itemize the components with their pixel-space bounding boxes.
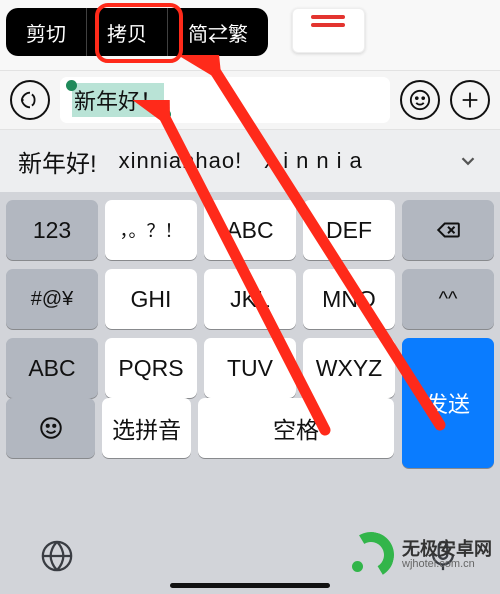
key-tuv[interactable]: TUV xyxy=(204,338,296,398)
voice-input-icon[interactable] xyxy=(10,80,50,120)
message-input-text: 新年好！ xyxy=(72,83,164,117)
selection-end-handle[interactable] xyxy=(160,109,171,120)
key-symbols[interactable]: #@¥ xyxy=(6,269,98,329)
key-punctuation[interactable]: ，。？！ xyxy=(105,200,197,260)
key-send[interactable]: 发送 xyxy=(402,338,494,468)
key-select-pinyin[interactable]: 选拼音 xyxy=(102,398,191,458)
key-wxyz[interactable]: WXYZ xyxy=(303,338,395,398)
key-alpha-mode[interactable]: ABC xyxy=(6,338,98,398)
expand-candidates-button[interactable] xyxy=(448,141,488,181)
watermark: 无极安卓网 wjhotel.com.cn xyxy=(348,532,492,578)
candidate-1[interactable]: 新年好! xyxy=(18,144,97,179)
key-pqrs[interactable]: PQRS xyxy=(105,338,197,398)
watermark-title: 无极安卓网 xyxy=(402,540,492,559)
selection-start-handle[interactable] xyxy=(66,80,77,91)
copy-menu-item[interactable]: 拷贝 xyxy=(87,8,168,56)
key-backspace[interactable] xyxy=(402,200,494,260)
keyboard: 新年好! xinnianhao! xinnia 123 ，。？！ ABC DEF… xyxy=(0,130,500,594)
key-emoji[interactable] xyxy=(6,398,95,458)
key-123[interactable]: 123 xyxy=(6,200,98,260)
key-def[interactable]: DEF xyxy=(303,200,395,260)
candidate-2[interactable]: xinnianhao! xyxy=(119,148,243,174)
key-grid: 123 ，。？！ ABC DEF #@¥ GHI JKL MNO ^^ ABC … xyxy=(0,192,500,458)
clipboard-preview-thumbnail[interactable] xyxy=(292,8,365,53)
key-mno[interactable]: MNO xyxy=(303,269,395,329)
candidate-3[interactable]: xinnia xyxy=(264,148,369,174)
cut-menu-item[interactable]: 剪切 xyxy=(6,8,87,56)
home-indicator xyxy=(170,583,330,588)
candidate-bar: 新年好! xinnianhao! xinnia xyxy=(0,130,500,192)
globe-icon[interactable] xyxy=(40,539,74,573)
watermark-logo-icon xyxy=(348,532,394,578)
key-caret[interactable]: ^^ xyxy=(402,269,494,329)
message-input[interactable]: 新年好！ xyxy=(60,77,390,123)
backspace-icon xyxy=(435,217,461,243)
chevron-down-icon xyxy=(457,150,479,172)
chat-input-bar: 新年好！ xyxy=(0,70,500,130)
screen: 剪切 拷贝 简⇄繁 新年好！ 新年好! xinnianhao! xinnia xyxy=(0,0,500,594)
key-send-label: 发送 xyxy=(426,387,470,419)
emoji-keyboard-icon xyxy=(38,415,64,441)
simplified-traditional-menu-item[interactable]: 简⇄繁 xyxy=(168,8,268,56)
emoji-icon[interactable] xyxy=(400,80,440,120)
key-space[interactable]: 空格 xyxy=(198,398,394,458)
add-icon[interactable] xyxy=(450,80,490,120)
key-jkl[interactable]: JKL xyxy=(204,269,296,329)
key-ghi[interactable]: GHI xyxy=(105,269,197,329)
key-abc[interactable]: ABC xyxy=(204,200,296,260)
text-context-menu: 剪切 拷贝 简⇄繁 xyxy=(6,8,268,56)
watermark-url: wjhotel.com.cn xyxy=(402,559,492,571)
